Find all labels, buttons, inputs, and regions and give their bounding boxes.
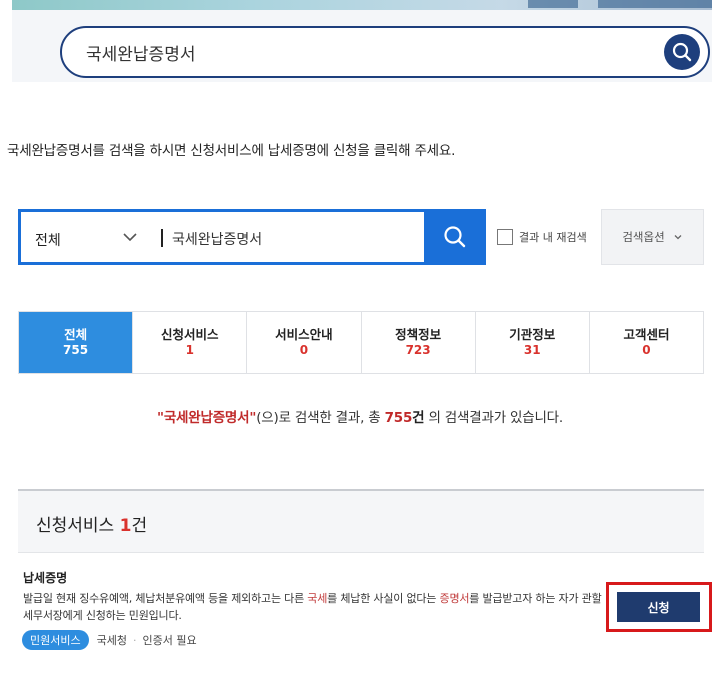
result-category-tabs: 전체 755 신청서비스 1 서비스안내 0 정책정보 723 기관정보 31 … (18, 311, 704, 374)
tab-count: 755 (63, 343, 89, 357)
description-highlight: 증명서 (439, 592, 470, 605)
tab-agency-info[interactable]: 기관정보 31 (474, 312, 589, 373)
summary-total: 755 (384, 410, 413, 426)
summary-query: "국세완납증명서" (157, 410, 257, 426)
tab-label: 정책정보 (395, 327, 442, 342)
result-description: 발급일 현재 징수유예액, 체납처분유예액 등을 제외하고는 다른 국세를 체납… (23, 590, 603, 624)
hero-search-input[interactable] (86, 39, 646, 65)
search-input[interactable] (172, 227, 412, 251)
hero-search-button[interactable] (664, 34, 700, 70)
tab-label: 서비스안내 (275, 327, 333, 342)
chevron-down-icon[interactable] (121, 228, 139, 246)
result-title[interactable]: 납세증명 (23, 569, 67, 586)
search-icon (672, 42, 692, 62)
tab-all[interactable]: 전체 755 (19, 312, 133, 373)
description-text: 를 체납한 사실이 없다는 (327, 592, 440, 605)
description-text: 발급일 현재 징수유예액, 체납처분유예액 등을 제외하고는 다른 (23, 592, 308, 605)
research-in-results[interactable]: 결과 내 재검색 (497, 229, 587, 245)
section-title: 신청서비스 1건 (36, 511, 147, 536)
tab-service-guide[interactable]: 서비스안내 0 (246, 312, 361, 373)
category-select[interactable]: 전체 (35, 230, 61, 250)
hero-search-box (60, 26, 710, 78)
text-cursor (161, 229, 163, 247)
search-icon (444, 226, 466, 248)
search-options-button[interactable]: 검색옵션 (601, 209, 704, 265)
summary-text: 의 검색결과가 있습니다. (424, 410, 563, 426)
hero-search-area (0, 0, 720, 90)
section-title-text: 신청서비스 (36, 516, 115, 536)
apply-button[interactable]: 신청 (617, 592, 700, 622)
tab-count: 31 (523, 343, 541, 357)
tab-count: 0 (299, 343, 309, 357)
hero-banner-strip (598, 0, 712, 8)
tab-label: 신청서비스 (161, 327, 219, 342)
tab-count: 723 (405, 343, 431, 357)
tab-count: 0 (642, 343, 651, 357)
hero-banner-strip (528, 0, 578, 8)
search-options-label: 검색옵션 (622, 230, 665, 244)
service-type-badge: 민원서비스 (22, 630, 89, 650)
chevron-down-icon (674, 235, 682, 240)
result-summary: "국세완납증명서"(으)로 검색한 결과, 총 755건 의 검색결과가 있습니… (0, 406, 720, 426)
tab-label: 기관정보 (509, 327, 556, 342)
tab-policy-info[interactable]: 정책정보 723 (360, 312, 475, 373)
cert-required: 인증서 필요 (142, 634, 197, 647)
tab-customer-center[interactable]: 고객센터 0 (588, 312, 704, 373)
search-button[interactable] (424, 209, 486, 265)
result-meta: 민원서비스 국세청 · 인증서 필요 (22, 630, 197, 650)
instruction-text: 국세완납증명서를 검색을 하시면 신청서비스에 납세증명에 신청을 클릭해 주세… (7, 143, 456, 159)
search-bar: 전체 (18, 209, 486, 265)
summary-text: (으)로 검색한 결과, 총 (256, 410, 385, 426)
meta-separator: · (132, 633, 137, 647)
research-label: 결과 내 재검색 (519, 231, 587, 244)
section-header: 신청서비스 1건 (18, 491, 704, 553)
tab-label: 고객센터 (623, 327, 670, 342)
tab-label: 전체 (64, 327, 88, 342)
research-checkbox[interactable] (497, 229, 513, 245)
tab-count: 1 (185, 343, 194, 357)
description-highlight: 국세 (307, 592, 328, 605)
section-count: 1 (119, 516, 132, 536)
summary-unit: 건 (412, 410, 425, 426)
tab-application-service[interactable]: 신청서비스 1 (132, 312, 247, 373)
agency-name: 국세청 (96, 634, 127, 647)
section-unit: 건 (131, 516, 148, 536)
